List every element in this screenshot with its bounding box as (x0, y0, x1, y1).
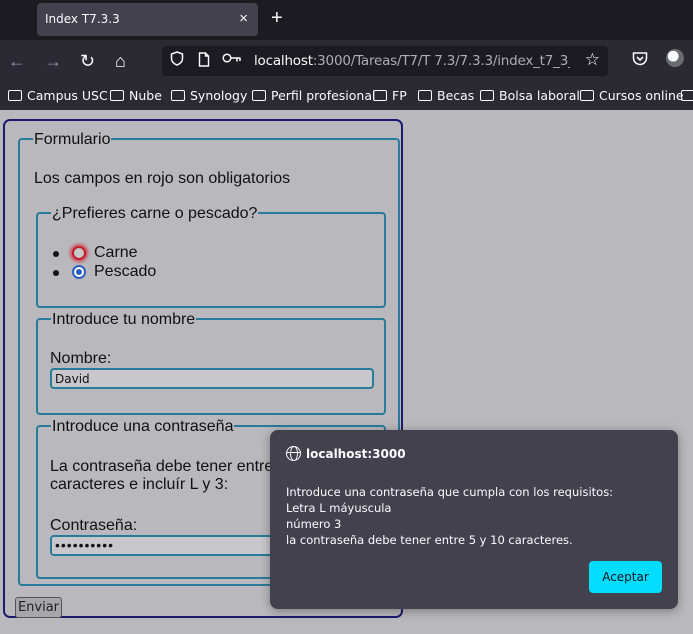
pocket-icon[interactable] (632, 51, 648, 70)
carne-label[interactable]: Carne (94, 244, 138, 262)
navigation-bar: ← → ↻ ⌂ localhost:3000/Tareas/T7/T 7.3/7… (0, 40, 693, 82)
reload-icon[interactable]: ↻ (80, 50, 95, 72)
key-icon[interactable] (222, 51, 242, 67)
close-icon[interactable]: × (239, 10, 248, 27)
food-fieldset: ¿Prefieres carne o pescado? Carne Pescad… (36, 205, 386, 308)
dialog-message: Introduce una contraseña que cumpla con … (286, 484, 666, 548)
shield-icon[interactable] (170, 51, 184, 69)
tab-strip: Index T7.3.3 × + (0, 0, 693, 40)
tab-active[interactable]: Index T7.3.3 × (37, 3, 258, 36)
bookmark-campus-usc[interactable]: Campus USC (8, 88, 108, 103)
bookmark-label: Synology (190, 88, 248, 103)
bookmark-bolsa-laboral[interactable]: Bolsa laboral (480, 88, 580, 103)
bookmark-fp[interactable]: FP (373, 88, 407, 103)
bookmark-label: FP (392, 88, 407, 103)
name-fieldset: Introduce tu nombre Nombre: David (36, 311, 386, 415)
dialog-origin: localhost:3000 (306, 447, 406, 461)
submit-button[interactable]: Enviar (15, 597, 62, 618)
bookmark-perfil-profesional[interactable]: Perfil profesional (252, 88, 375, 103)
alert-dialog: localhost:3000 Introduce una contraseña … (270, 430, 678, 609)
dialog-line: número 3 (286, 517, 342, 531)
list-bullet (53, 270, 59, 276)
folder-icon (580, 90, 594, 101)
bookmark-star-icon[interactable]: ☆ (585, 50, 600, 70)
password-legend: Introduce una contraseña (51, 418, 235, 435)
bookmark-becas[interactable]: Becas (418, 88, 474, 103)
url-bar[interactable]: localhost:3000/Tareas/T7/T 7.3/7.3.3/ind… (162, 46, 608, 76)
form-legend: Formulario (33, 131, 112, 148)
extension-icon[interactable] (666, 49, 684, 67)
bookmark-cursos-online[interactable]: Cursos online (580, 88, 684, 103)
url-text[interactable]: localhost:3000/Tareas/T7/T 7.3/7.3.3/ind… (254, 53, 570, 69)
pescado-label[interactable]: Pescado (94, 263, 156, 281)
dialog-line: Introduce una contraseña que cumpla con … (286, 485, 614, 499)
bookmark-nube[interactable]: Nube (110, 88, 162, 103)
folder-icon (480, 90, 494, 101)
page-content: Formulario Los campos en rojo son obliga… (0, 110, 693, 634)
name-legend: Introduce tu nombre (51, 311, 197, 328)
folder-icon (681, 90, 693, 101)
name-label: Nombre: (50, 350, 112, 367)
required-note: Los campos en rojo son obligatorios (34, 170, 291, 187)
bookmark-label: Becas (437, 88, 475, 103)
forward-icon[interactable]: → (44, 50, 62, 72)
bookmark-label: Perfil profesional (271, 88, 376, 103)
page-icon[interactable] (198, 52, 210, 70)
url-host: localhost (254, 53, 313, 69)
folder-icon (252, 90, 266, 101)
back-icon[interactable]: ← (8, 50, 26, 72)
folder-icon (418, 90, 432, 101)
folder-icon (8, 90, 22, 101)
food-legend: ¿Prefieres carne o pescado? (51, 205, 259, 222)
pescado-radio[interactable] (72, 265, 86, 279)
bookmark-overflow[interactable] (681, 88, 693, 103)
bookmark-label: Cursos online (599, 88, 684, 103)
bookmark-label: Bolsa laboral (499, 88, 580, 103)
list-bullet (53, 251, 59, 257)
dialog-line: Letra L máyuscula (286, 501, 392, 515)
new-tab-icon[interactable]: + (271, 7, 283, 29)
carne-radio[interactable] (72, 246, 86, 260)
tab-title: Index T7.3.3 (45, 12, 120, 26)
folder-icon (110, 90, 124, 101)
home-icon[interactable]: ⌂ (115, 50, 126, 72)
folder-icon (373, 90, 387, 101)
bookmark-synology[interactable]: Synology (171, 88, 247, 103)
bookmarks-bar: Campus USC Nube Synology Perfil profesio… (0, 82, 693, 110)
accept-button[interactable]: Aceptar (589, 561, 662, 593)
bookmark-label: Campus USC (27, 88, 108, 103)
url-path: :3000/Tareas/T7/T 7.3/7.3.3/index_t7_3_3… (312, 53, 570, 69)
name-input[interactable]: David (50, 368, 374, 389)
folder-icon (171, 90, 185, 101)
dialog-line: la contraseña debe tener entre 5 y 10 ca… (286, 533, 573, 547)
bookmark-label: Nube (129, 88, 162, 103)
password-label: Contraseña: (50, 517, 138, 534)
globe-icon (286, 446, 301, 461)
